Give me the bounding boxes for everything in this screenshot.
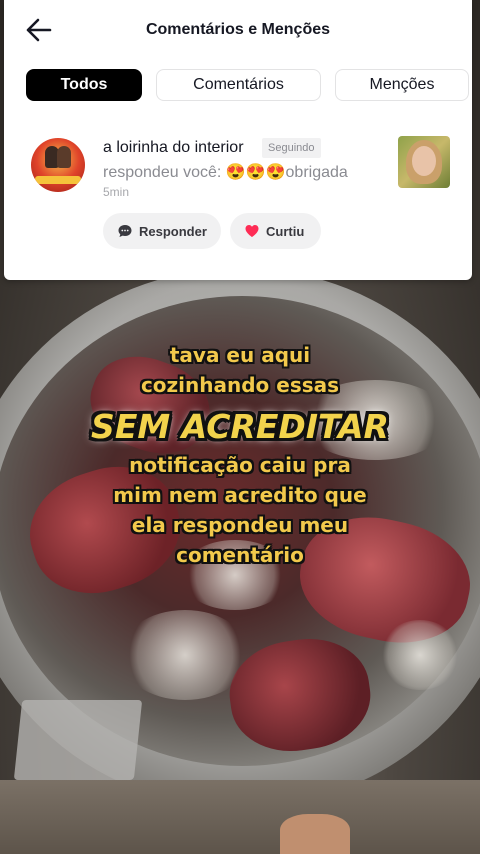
notification-message: respondeu você: 😍😍😍obrigada	[103, 164, 348, 181]
tab-comentarios[interactable]: Comentários	[156, 69, 321, 101]
page-title: Comentários e Menções	[145, 21, 331, 38]
tab-todos[interactable]: Todos	[26, 69, 142, 101]
caption-banner: SEM ACREDITAR	[91, 407, 389, 446]
header-bar: Comentários e Menções	[4, 0, 472, 60]
floor	[0, 780, 480, 854]
caption-line: notificação caiu pra	[129, 453, 351, 477]
user-name[interactable]: a loirinha do interior	[103, 139, 244, 157]
filter-tabs: Todos Comentários Menções	[4, 68, 472, 108]
tab-mencoes[interactable]: Menções	[335, 69, 469, 101]
like-label: Curtiu	[266, 223, 305, 239]
reply-button[interactable]: Responder	[103, 213, 221, 249]
like-button[interactable]: Curtiu	[230, 213, 321, 249]
caption-line: comentário	[176, 543, 304, 567]
caption-line: mim nem acredito que	[113, 483, 367, 507]
caption-bottom: notificação caiu pra mim nem acredito qu…	[0, 450, 480, 570]
notification-item[interactable]: a loirinha do interior Seguindo responde…	[4, 128, 472, 258]
avatar[interactable]	[31, 138, 85, 192]
stove	[13, 700, 143, 780]
video-thumbnail[interactable]	[398, 136, 450, 188]
caption-line: tava eu aqui	[169, 343, 311, 367]
comments-mentions-card: Comentários e Menções Todos Comentários …	[4, 0, 472, 280]
boiling-foam	[120, 610, 250, 700]
boiling-foam	[380, 620, 460, 690]
caption-line: ela respondeu meu	[131, 513, 349, 537]
caption-top: tava eu aqui cozinhando essas	[0, 340, 480, 400]
caption-line: cozinhando essas	[140, 373, 340, 397]
heart-icon	[244, 223, 260, 239]
reply-label: Responder	[139, 223, 207, 239]
follow-status-badge: Seguindo	[262, 138, 321, 158]
foot	[280, 814, 350, 854]
timestamp: 5min	[103, 185, 130, 199]
chat-bubble-icon	[117, 223, 133, 239]
